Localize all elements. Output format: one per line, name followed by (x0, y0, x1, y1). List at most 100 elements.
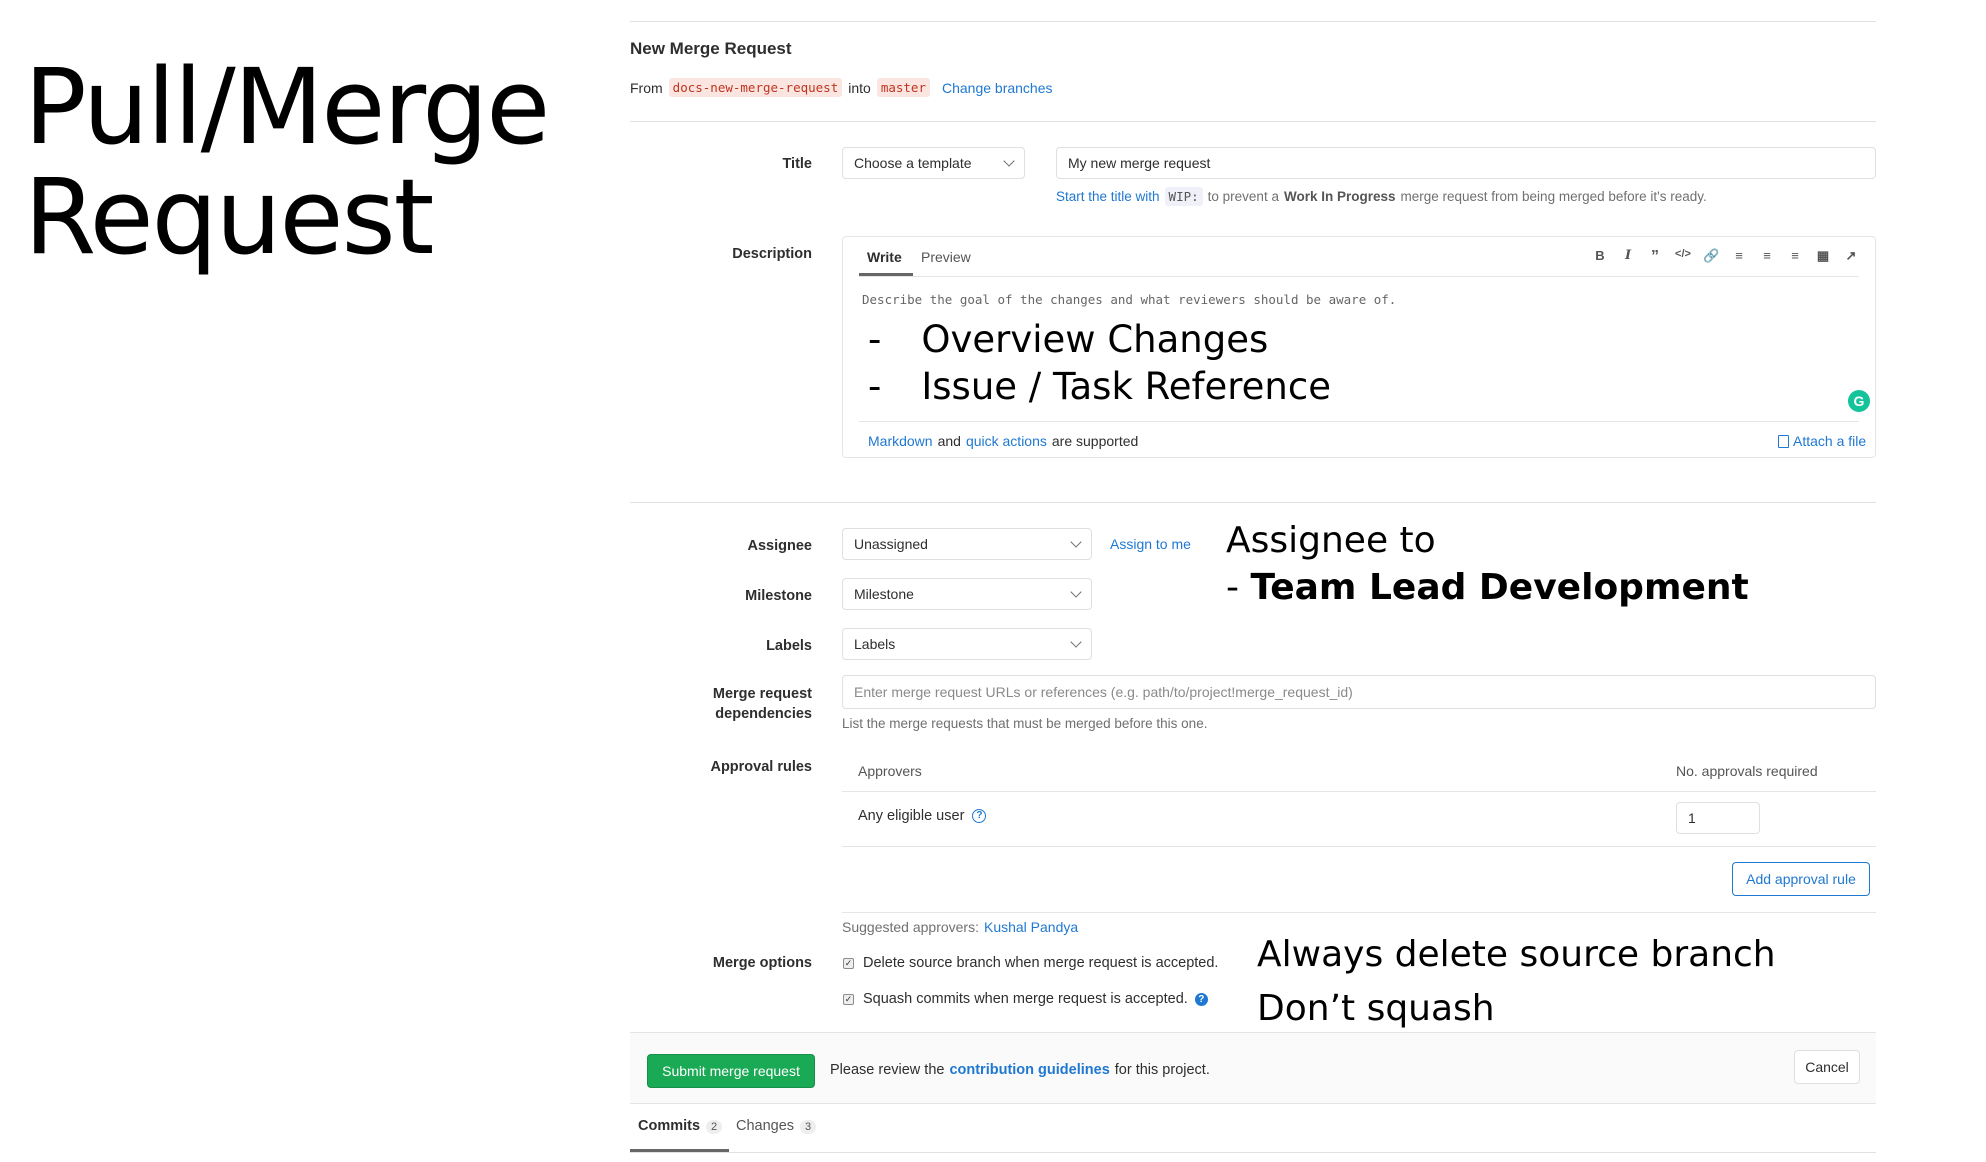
labels-label: Labels (766, 638, 812, 654)
task-list-icon[interactable]: ≡ (1787, 248, 1803, 263)
title-input-value: My new merge request (1068, 155, 1211, 171)
review-notice: Please review the contribution guideline… (830, 1062, 1210, 1078)
add-approval-rule-button[interactable]: Add approval rule (1732, 862, 1870, 896)
description-placeholder: Describe the goal of the changes and wha… (862, 292, 1397, 307)
approvers-column-header: Approvers (858, 763, 922, 779)
annotation-delete-branch: Always delete source branch (1257, 934, 1776, 975)
assignee-select-value: Unassigned (854, 536, 928, 552)
approval-table-divider (842, 791, 1876, 792)
italic-icon[interactable]: I (1620, 248, 1636, 263)
suggested-approver-link[interactable]: Kushal Pandya (984, 919, 1078, 935)
description-bullet-2[interactable]: - Issue / Task Reference (868, 365, 1331, 408)
approvals-required-input[interactable]: 1 (1676, 802, 1760, 834)
help-icon[interactable]: ? (972, 809, 987, 823)
markdown-hint: Markdown and quick actions are supported (868, 433, 1138, 449)
tab-commits[interactable]: Commits 2 (638, 1118, 723, 1134)
labels-select[interactable]: Labels (842, 628, 1092, 660)
into-label: into (848, 79, 871, 96)
wip-hint-mid: to prevent a (1207, 189, 1279, 204)
dependencies-input[interactable]: Enter merge request URLs or references (… (842, 675, 1876, 709)
title-input[interactable]: My new merge request (1056, 147, 1876, 179)
numbered-list-icon[interactable]: ≡ (1759, 248, 1775, 263)
merge-options-label: Merge options (712, 955, 812, 971)
fullscreen-icon[interactable]: ↗ (1843, 248, 1859, 264)
contribution-guidelines-link[interactable]: contribution guidelines (949, 1062, 1109, 1078)
code-icon[interactable]: </> (1675, 248, 1691, 260)
tab-write[interactable]: Write (867, 249, 902, 265)
annotation-squash: Don’t squash (1257, 988, 1495, 1029)
submit-merge-request-button[interactable]: Submit merge request (647, 1054, 815, 1088)
squash-checkbox[interactable]: ✓ (843, 994, 854, 1005)
dependencies-hint: List the merge requests that must be mer… (842, 716, 1208, 731)
bold-icon[interactable]: B (1592, 248, 1608, 263)
annotation-bold: Team Lead Development (1250, 567, 1749, 608)
editor-tab-divider (859, 276, 1859, 277)
wip-code: WIP: (1164, 187, 1203, 206)
link-icon[interactable]: 🔗 (1703, 248, 1719, 264)
tab-changes-label: Changes (736, 1118, 795, 1134)
title-label: Title (782, 156, 812, 172)
chevron-down-icon (1070, 636, 1082, 648)
delete-branch-checkbox[interactable]: ✓ (843, 958, 854, 969)
bullet-text: Issue / Task Reference (921, 365, 1331, 408)
assign-to-me-link[interactable]: Assign to me (1110, 536, 1191, 552)
assignee-select[interactable]: Unassigned (842, 528, 1092, 560)
attach-file-label: Attach a file (1793, 433, 1867, 449)
dependencies-label-line1: Merge request (712, 686, 812, 702)
from-label: From (630, 79, 663, 96)
assignee-label: Assignee (747, 538, 812, 554)
approval-rule-row: Any eligible user ? (858, 808, 987, 824)
slide-title: Pull/Merge Request (24, 46, 550, 272)
bullet-list-icon[interactable]: ≡ (1731, 248, 1747, 263)
review-suffix: for this project. (1114, 1062, 1210, 1078)
source-branch: docs-new-merge-request (668, 78, 843, 97)
annotation-assignee-line1: Assignee to (1226, 520, 1436, 561)
bullet-dash: - (868, 318, 882, 361)
squash-label: Squash commits when merge request is acc… (863, 991, 1188, 1007)
review-prefix: Please review the (830, 1062, 945, 1078)
table-icon[interactable]: ▦ (1815, 248, 1831, 264)
milestone-select[interactable]: Milestone (842, 578, 1092, 610)
template-select-value: Choose a template (854, 155, 972, 171)
target-branch: master (876, 78, 930, 97)
quote-icon[interactable]: ” (1647, 248, 1663, 266)
approval-table-divider (842, 846, 1876, 847)
bullet-text: Overview Changes (921, 318, 1269, 361)
attach-file-link[interactable]: Attach a file (1778, 433, 1866, 449)
cancel-button[interactable]: Cancel (1794, 1050, 1860, 1084)
wip-hint: Start the title with WIP: to prevent a W… (1056, 187, 1707, 206)
dependencies-label: Merge request dependencies (713, 684, 812, 724)
divider (630, 502, 1876, 503)
chevron-down-icon (1003, 155, 1015, 167)
description-label: Description (732, 246, 812, 262)
suggested-approvers-label: Suggested approvers: (842, 919, 979, 935)
tab-preview[interactable]: Preview (921, 249, 971, 265)
quick-actions-link[interactable]: quick actions (966, 433, 1047, 449)
squash-option: Squash commits when merge request is acc… (863, 991, 1208, 1007)
markdown-link[interactable]: Markdown (868, 433, 933, 449)
wip-hint-link[interactable]: Start the title with (1056, 189, 1160, 204)
annotation-assignee-line2: - Team Lead Development (1226, 567, 1749, 608)
approvals-required-column-header: No. approvals required (1676, 763, 1818, 779)
chevron-down-icon (1070, 586, 1082, 598)
markdown-and: and (937, 433, 961, 449)
description-bullet-1[interactable]: - Overview Changes (868, 318, 1268, 361)
delete-branch-label: Delete source branch when merge request … (863, 955, 1219, 971)
grammarly-icon[interactable]: G (1848, 390, 1870, 412)
wip-hint-bold: Work In Progress (1283, 189, 1396, 204)
divider (630, 121, 1876, 122)
approvals-required-value: 1 (1688, 810, 1696, 826)
milestone-select-value: Milestone (854, 586, 914, 602)
changes-count-badge: 3 (800, 1120, 817, 1134)
divider (630, 1152, 1876, 1153)
file-icon (1778, 434, 1789, 448)
tab-changes[interactable]: Changes 3 (736, 1118, 817, 1134)
help-icon[interactable]: ? (1194, 992, 1208, 1006)
change-branches-link[interactable]: Change branches (942, 80, 1053, 96)
template-select[interactable]: Choose a template (842, 147, 1025, 179)
grammarly-glyph: G (1853, 393, 1865, 409)
commits-count-badge: 2 (706, 1120, 723, 1134)
bullet-dash: - (868, 365, 882, 408)
slide-title-line1: Pull/Merge (24, 46, 550, 168)
page-title: New Merge Request (630, 39, 792, 58)
